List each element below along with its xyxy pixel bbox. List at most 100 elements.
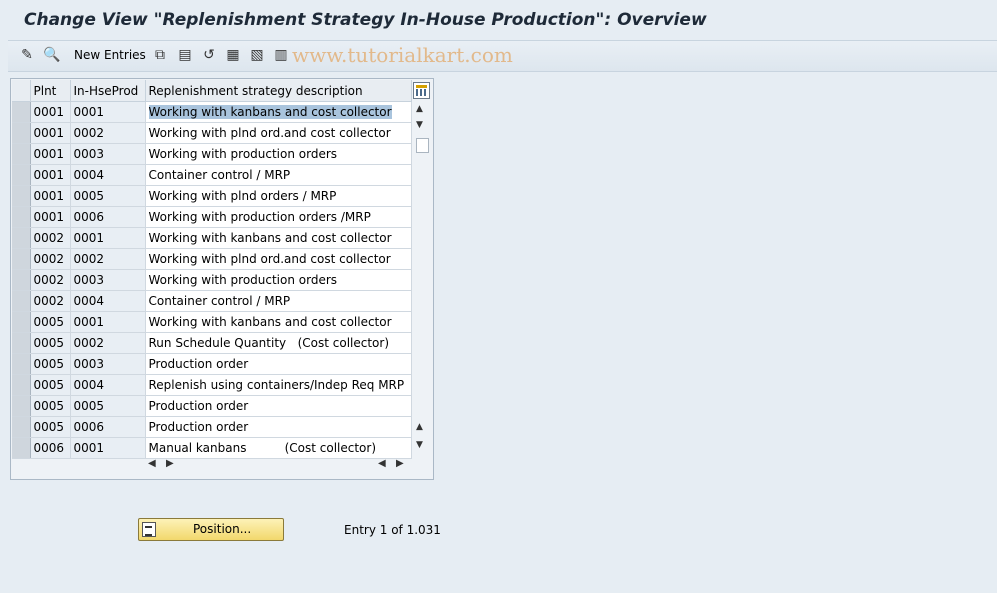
vertical-scrollbar[interactable]: ▲ ▼ ▲ ▼ [412,102,430,454]
table-row[interactable]: 0001 0005 Working with plnd orders / MRP [12,185,412,207]
description-cell[interactable]: Working with kanbans and cost collector [145,311,412,333]
inhouse-prod-cell: 0001 [70,101,146,123]
row-selector[interactable] [12,437,31,459]
table-header: Plnt In-HseProd Replenishment strategy d… [12,80,412,102]
description-cell[interactable]: Working with production orders [145,269,412,291]
description-cell[interactable]: Working with plnd ord.and cost collector [145,122,412,144]
inhouse-prod-cell: 0001 [70,311,146,333]
plant-cell-text: 0001 [33,126,65,140]
table-row[interactable]: 0005 0005 Production order [12,395,412,417]
select-block-icon[interactable]: ▧ [248,46,266,64]
description-cell-text: Production order [148,357,249,371]
description-cell[interactable]: Manual kanbans (Cost collector) [145,437,412,459]
inhouse-prod-cell: 0006 [70,416,146,438]
table-row[interactable]: 0002 0001 Working with kanbans and cost co… [12,227,412,249]
row-selector[interactable] [12,395,31,417]
row-selector[interactable] [12,206,31,228]
table-row[interactable]: 0006 0001 Manual kanbans (Cost collector) [12,437,412,459]
row-selector[interactable] [12,164,31,186]
description-cell[interactable]: Container control / MRP [145,164,412,186]
select-all-icon[interactable]: ▦ [224,46,242,64]
display-change-icon[interactable]: ✎ [18,46,36,64]
table-row[interactable]: 0001 0006 Working with production orders /… [12,206,412,228]
details-icon[interactable]: 🔍 [43,46,61,64]
table-row[interactable]: 0005 0001 Working with kanbans and cost co… [12,311,412,333]
row-selector[interactable] [12,101,31,123]
description-cell[interactable]: Working with production orders [145,143,412,165]
description-cell-text: Container control / MRP [148,168,291,182]
description-cell[interactable]: Production order [145,353,412,375]
table-row[interactable]: 0005 0003 Production order [12,353,412,375]
row-selector[interactable] [12,332,31,354]
column-header-inhouse-prod[interactable]: In-HseProd [70,80,146,102]
plant-cell-text: 0005 [33,399,65,413]
table-row[interactable]: 0002 0003 Working with production orders [12,269,412,291]
description-cell-text: Working with production orders [148,273,338,287]
description-cell[interactable]: Working with plnd ord.and cost collector [145,248,412,270]
table-row[interactable]: 0005 0006 Production order [12,416,412,438]
inhouse-prod-cell: 0001 [70,437,146,459]
deselect-all-icon[interactable]: ▥ [272,46,290,64]
select-all-column[interactable] [12,80,31,102]
scroll-page-down-icon[interactable]: ▼ [416,440,423,450]
scroll-left-end-icon[interactable]: ◀ [378,458,386,469]
table-row[interactable]: 0005 0002 Run Schedule Quantity (Cost coll… [12,332,412,354]
new-entries-button[interactable]: New Entries [74,48,146,62]
scroll-thumb[interactable] [416,138,429,153]
description-cell[interactable]: Production order [145,395,412,417]
row-selector[interactable] [12,374,31,396]
inhouse-prod-cell-text: 0006 [73,420,105,434]
table-settings-icon[interactable] [413,82,430,99]
inhouse-prod-cell: 0001 [70,227,146,249]
scroll-right-icon[interactable]: ▶ [166,458,174,469]
description-cell[interactable]: Working with plnd orders / MRP [145,185,412,207]
row-selector[interactable] [12,143,31,165]
row-selector[interactable] [12,185,31,207]
plant-cell: 0001 [30,122,71,144]
title-bar: Change View "Replenishment Strategy In-H… [0,0,997,40]
horizontal-scrollbar[interactable]: ◀ ▶ ◀ ▶ [144,457,410,473]
scroll-down-icon[interactable]: ▼ [416,120,423,130]
table-row[interactable]: 0002 0002 Working with plnd ord.and cost c… [12,248,412,270]
row-selector[interactable] [12,416,31,438]
table-row[interactable]: 0001 0003 Working with production orders [12,143,412,165]
plant-cell-text: 0005 [33,336,65,350]
description-cell[interactable]: Run Schedule Quantity (Cost collector) [145,332,412,354]
plant-cell: 0005 [30,311,71,333]
scroll-left-icon[interactable]: ◀ [148,458,156,469]
table-row[interactable]: 0001 0001 Working with kanbans and cost co… [12,101,412,123]
description-cell[interactable]: Working with production orders /MRP [145,206,412,228]
row-selector[interactable] [12,311,31,333]
table-row[interactable]: 0001 0004 Container control / MRP [12,164,412,186]
plant-cell-text: 0002 [33,273,65,287]
inhouse-prod-cell: 0002 [70,248,146,270]
scroll-right-end-icon[interactable]: ▶ [396,458,404,469]
scroll-page-up-icon[interactable]: ▲ [416,422,423,432]
column-header-description[interactable]: Replenishment strategy description [145,80,412,102]
description-cell[interactable]: Replenish using containers/Indep Req MRP [145,374,412,396]
plant-cell-text: 0001 [33,210,65,224]
table-row[interactable]: 0005 0004 Replenish using containers/Indep… [12,374,412,396]
row-selector[interactable] [12,290,31,312]
delete-icon[interactable]: ▤ [176,46,194,64]
plant-cell: 0006 [30,437,71,459]
row-selector[interactable] [12,248,31,270]
row-selector[interactable] [12,269,31,291]
inhouse-prod-cell: 0005 [70,395,146,417]
row-selector[interactable] [12,353,31,375]
description-cell[interactable]: Container control / MRP [145,290,412,312]
description-cell[interactable]: Production order [145,416,412,438]
inhouse-prod-cell-text: 0003 [73,147,105,161]
table-row[interactable]: 0002 0004 Container control / MRP [12,290,412,312]
position-button[interactable]: Position... [138,518,284,541]
row-selector[interactable] [12,122,31,144]
inhouse-prod-cell-text: 0003 [73,273,105,287]
scroll-up-icon[interactable]: ▲ [416,104,423,114]
row-selector[interactable] [12,227,31,249]
column-header-plant[interactable]: Plnt [30,80,71,102]
table-row[interactable]: 0001 0002 Working with plnd ord.and cost c… [12,122,412,144]
undo-icon[interactable]: ↺ [200,46,218,64]
description-cell[interactable]: Working with kanbans and cost collector [145,227,412,249]
description-cell[interactable]: Working with kanbans and cost collector [145,101,412,123]
copy-icon[interactable]: ⧉ [151,46,169,64]
